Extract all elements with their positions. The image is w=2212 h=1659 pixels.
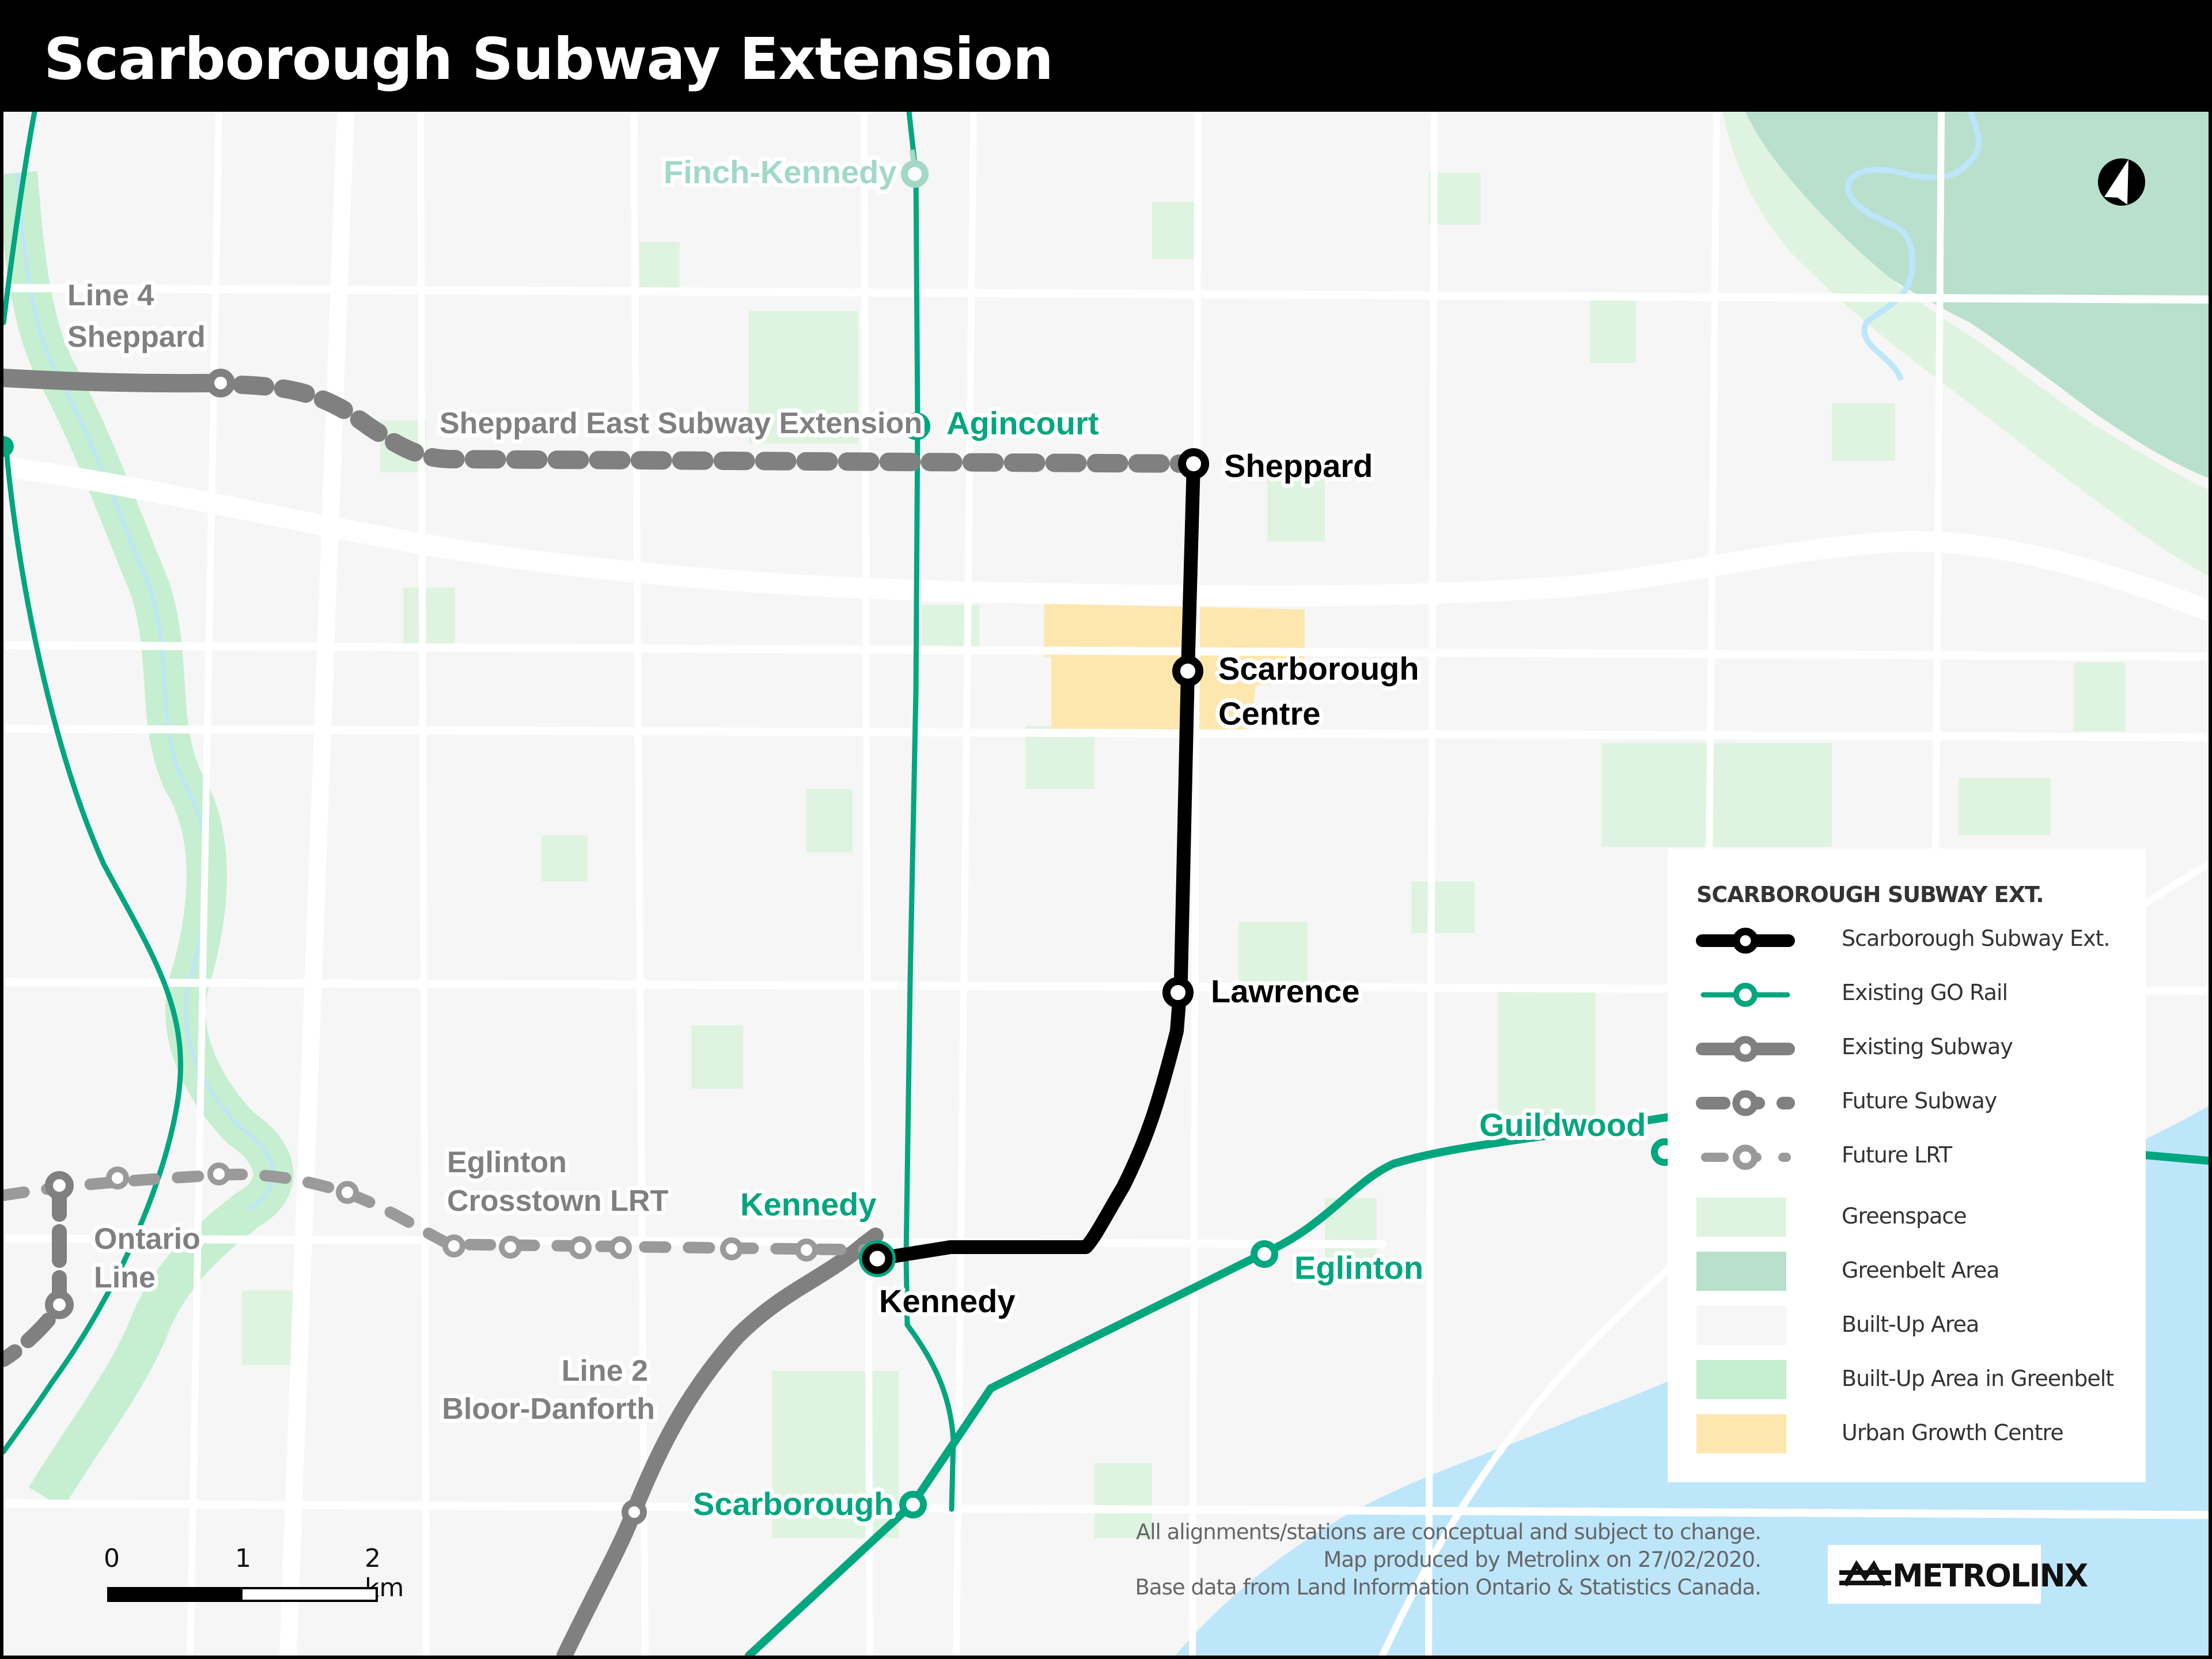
legend-item-greenbelt: Greenbelt Area (1691, 1249, 2140, 1296)
line4-sheppard (3, 369, 230, 393)
footnote: All alignments/stations are conceptual a… (1135, 1518, 1762, 1601)
label-eglinton-lrt-1: Eglinton (447, 1146, 567, 1179)
legend-label: Built-Up Area in Greenbelt (1842, 1366, 2114, 1391)
greenbelt-swatch (1696, 1252, 1786, 1291)
north-arrow-icon (2097, 158, 2146, 206)
station-finch-kennedy[interactable] (901, 160, 929, 188)
legend-item-future-subway: Future Subway (1691, 1080, 2140, 1126)
legend-label: Future LRT (1842, 1142, 1952, 1168)
map-frame: Scarborough Subway Extension Sheppard Sc… (0, 0, 2212, 1659)
legend-item-greenspace: Greenspace (1691, 1195, 2140, 1241)
legend-label: Existing Subway (1842, 1034, 2013, 1059)
legend-label: Greenspace (1842, 1203, 1967, 1229)
label-eglinton-go: Eglinton (1294, 1249, 1423, 1286)
label-agincourt: Agincourt (946, 405, 1099, 441)
future-subway-icon (1696, 1090, 1795, 1116)
urban-growth-swatch (1696, 1414, 1786, 1453)
label-eglinton-lrt-2: Crosstown LRT (447, 1184, 668, 1218)
legend: SCARBOROUGH SUBWAY EXT. Scarborough Subw… (1668, 849, 2146, 1482)
footnote-line: Base data from Land Information Ontario … (1135, 1575, 1762, 1600)
label-sheppard: Sheppard (1224, 448, 1373, 484)
label-sheppard-east: Sheppard East Subway Extension (440, 407, 922, 440)
lrt-stop[interactable] (609, 1236, 632, 1259)
metrolinx-logo: METROLINX (1828, 1545, 2088, 1604)
label-lawrence: Lawrence (1211, 973, 1359, 1009)
station-ontario-line-1[interactable] (45, 1171, 74, 1200)
scale-bar-graphic (107, 1587, 378, 1602)
legend-item-urban-growth: Urban Growth Centre (1691, 1412, 2140, 1458)
label-ontario-line-2: Line (94, 1261, 156, 1294)
legend-item-built-up: Built-Up Area (1691, 1304, 2140, 1350)
label-guildwood: Guildwood (1479, 1107, 1646, 1143)
legend-item-future-lrt: Future LRT (1691, 1134, 2140, 1180)
title-bar: Scarborough Subway Extension (0, 0, 2212, 111)
footnote-line: All alignments/stations are conceptual a… (1135, 1520, 1762, 1544)
label-finch-kennedy: Finch-Kennedy (664, 154, 896, 190)
label-line4-2: Sheppard (67, 320, 206, 354)
station-line4-end[interactable] (206, 369, 235, 397)
lrt-stop[interactable] (106, 1166, 129, 1190)
station-scarborough-centre[interactable] (1172, 656, 1203, 687)
station-scarborough-go[interactable] (899, 1491, 927, 1518)
lrt-stop[interactable] (442, 1234, 465, 1257)
station-ontario-line-2[interactable] (45, 1290, 74, 1319)
lrt-stop[interactable] (795, 1238, 818, 1262)
station-line2[interactable] (622, 1499, 647, 1525)
label-kennedy-sse: Kennedy (879, 1283, 1016, 1319)
legend-item-sse: Scarborough Subway Ext. (1691, 918, 2140, 964)
lrt-stop[interactable] (336, 1181, 359, 1204)
legend-item-subway: Existing Subway (1691, 1026, 2140, 1072)
lrt-stop[interactable] (720, 1237, 743, 1260)
legend-item-built-up-greenbelt: Built-Up Area in Greenbelt (1691, 1358, 2140, 1404)
sse-line-icon (1696, 927, 1795, 954)
built-up-greenbelt-swatch (1696, 1360, 1786, 1399)
label-line2-1: Line 2 (562, 1354, 648, 1388)
legend-label: Urban Growth Centre (1842, 1420, 2064, 1445)
greenspace-swatch (1696, 1198, 1786, 1237)
metrolinx-mark-icon (1839, 1560, 1891, 1586)
lrt-stop[interactable] (207, 1162, 230, 1185)
legend-title: SCARBOROUGH SUBWAY EXT. (1696, 882, 2044, 907)
legend-label: Greenbelt Area (1842, 1257, 2000, 1283)
station-sheppard[interactable] (1178, 448, 1209, 479)
footnote-line: Map produced by Metrolinx on 27/02/2020. (1323, 1547, 1762, 1572)
scale-bar: 0 1 2 km (104, 1544, 404, 1607)
label-line4-1: Line 4 (67, 279, 154, 312)
legend-label: Future Subway (1842, 1088, 1997, 1113)
label-ontario-line-1: Ontario (94, 1222, 200, 1256)
legend-label: Scarborough Subway Ext. (1842, 926, 2110, 951)
lrt-stop[interactable] (569, 1236, 592, 1259)
station-eglinton-go[interactable] (1251, 1240, 1278, 1268)
station-kennedy[interactable] (862, 1243, 893, 1274)
page-title: Scarborough Subway Extension (44, 25, 1054, 93)
scale-tick-0: 0 (104, 1544, 120, 1573)
go-rail-icon (1700, 983, 1790, 1007)
logo-text: METROLINX (1892, 1558, 2088, 1594)
station-lawrence[interactable] (1162, 977, 1194, 1008)
built-up-swatch (1696, 1306, 1786, 1345)
legend-item-go: Existing GO Rail (1691, 972, 2140, 1018)
label-line2-2: Bloor-Danforth (442, 1392, 655, 1426)
subway-line-icon (1696, 1036, 1795, 1062)
legend-label: Existing GO Rail (1842, 980, 2008, 1005)
label-scarborough-centre-2: Centre (1218, 695, 1320, 732)
label-scarborough-go: Scarborough (693, 1486, 893, 1522)
future-lrt-icon (1701, 1145, 1791, 1170)
label-kennedy-go: Kennedy (740, 1186, 877, 1222)
scale-tick-1: 1 (235, 1544, 251, 1573)
legend-label: Built-Up Area (1842, 1312, 1979, 1337)
lrt-stop[interactable] (499, 1236, 522, 1259)
label-scarborough-centre-1: Scarborough (1218, 650, 1419, 687)
